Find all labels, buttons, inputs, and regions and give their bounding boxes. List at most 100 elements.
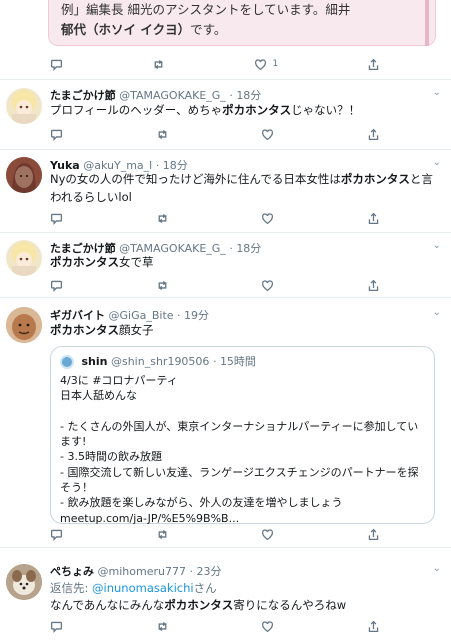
- like-button[interactable]: [261, 620, 274, 633]
- quoted-line: - たくさんの外国人が、東京インターナショナルパーティーに参加しています!: [60, 419, 419, 449]
- retweet-icon: [158, 529, 167, 539]
- quoted-link[interactable]: meetup.com/ja-JP/%E5%9B%B...: [60, 511, 428, 526]
- reply-icon: [50, 213, 63, 225]
- like-icon: [262, 212, 274, 224]
- avatar[interactable]: [6, 240, 42, 276]
- retweet-icon: [158, 213, 167, 223]
- text-part: 顔女子: [119, 323, 154, 337]
- reply-button[interactable]: [50, 528, 63, 541]
- share-button[interactable]: [367, 620, 380, 633]
- retweet-icon: [154, 59, 163, 69]
- reply-button[interactable]: [50, 58, 63, 71]
- share-icon: [368, 528, 379, 540]
- quoted-line: - 飲み放題を楽しみながら、外人の友達を増やしましょう: [60, 496, 343, 510]
- tweet[interactable]: たまごかけ節 @TAMAGOKAKE_G_ · 18分 ⌄ プロフィールのヘッダ…: [0, 80, 451, 150]
- retweet-button[interactable]: [152, 58, 165, 71]
- quoted-user-handle: @shin_shr190506: [110, 355, 210, 368]
- like-icon: [262, 620, 274, 632]
- like-button[interactable]: [261, 528, 274, 541]
- like-icon: [254, 58, 266, 70]
- top-tweet: 1: [0, 0, 451, 80]
- reply-button[interactable]: [50, 620, 63, 633]
- chevron-down-icon[interactable]: ⌄: [433, 157, 441, 168]
- reply-button[interactable]: [50, 279, 63, 292]
- reply-icon: [50, 621, 63, 633]
- retweet-button[interactable]: [156, 528, 169, 541]
- like-icon: [262, 128, 274, 140]
- share-button[interactable]: [367, 279, 380, 292]
- tweet[interactable]: Yuka @akuY_ma_l · 18分 ⌄ Nyの女の人の件で知ったけど海外…: [0, 150, 451, 233]
- tweet-actions: [50, 210, 380, 226]
- quoted-display-name: shin: [81, 355, 108, 368]
- text-part: 寄りになるんやろねw: [233, 598, 347, 612]
- text-part: じゃない？！: [291, 103, 361, 117]
- like-icon: [262, 528, 274, 540]
- chevron-down-icon[interactable]: ⌄: [433, 307, 441, 318]
- like-count: 1: [272, 59, 279, 69]
- separator-dot: ·: [212, 355, 217, 368]
- retweet-button[interactable]: [156, 128, 169, 141]
- share-icon: [368, 58, 379, 70]
- quoted-line: [60, 404, 428, 419]
- separator-dot: ·: [189, 565, 193, 578]
- reply-icon: [50, 129, 63, 141]
- avatar[interactable]: [6, 307, 42, 343]
- retweet-button[interactable]: [156, 620, 169, 633]
- quoted-line: - 国際交流して新しい友達、ランゲージエクスチェンジのパートナーを探そう！: [60, 465, 419, 495]
- text-highlight: ポカホンタス: [50, 323, 119, 337]
- like-button[interactable]: [261, 279, 274, 292]
- text-part: なんであんなにみんな: [50, 598, 165, 612]
- tweet[interactable]: たまごかけ節 @TAMAGOKAKE_G_ · 18分 ⌄ ポカホンタス女で草: [0, 233, 451, 298]
- quoted-tweet[interactable]: shin @shin_shr190506 · 15時間 4/3に #コロナパーテ…: [50, 346, 435, 526]
- tweet-actions: [50, 618, 380, 634]
- avatar[interactable]: [6, 157, 42, 193]
- retweet-button[interactable]: [156, 279, 169, 292]
- quoted-avatar: [60, 355, 74, 369]
- chevron-down-icon[interactable]: ⌄: [433, 240, 441, 251]
- avatar[interactable]: [6, 88, 42, 124]
- share-button[interactable]: [367, 58, 380, 71]
- like-button[interactable]: [261, 212, 274, 225]
- quoted-line: 4/3に #コロナパーティ: [60, 374, 178, 387]
- text-part: Nyの女の人の件で知ったけど海外に住んでる日本女性は: [50, 172, 341, 186]
- reply-button[interactable]: [50, 128, 63, 141]
- text-highlight: ポカホンタス: [340, 172, 410, 186]
- quoted-tweet-header: shin @shin_shr190506 · 15時間: [60, 353, 256, 369]
- display-name[interactable]: ぺちょみ: [50, 565, 94, 578]
- text-part: プロフィールのヘッダー、めちゃ: [50, 103, 223, 117]
- reply-icon: [50, 529, 63, 541]
- chevron-down-icon[interactable]: ⌄: [433, 563, 441, 574]
- retweet-button[interactable]: [156, 212, 169, 225]
- timestamp[interactable]: 23分: [196, 565, 221, 578]
- chevron-down-icon[interactable]: ⌄: [433, 87, 441, 98]
- share-button[interactable]: [367, 212, 380, 225]
- reply-button[interactable]: [50, 212, 63, 225]
- tweet-text: ポカホンタス顔女子: [50, 321, 442, 339]
- text-highlight: ポカホンタス: [50, 255, 119, 269]
- reply-icon: [50, 280, 63, 292]
- tweet-text: Nyの女の人の件で知ったけど海外に住んでる日本女性はポカホンタスと言われるらしい…: [50, 170, 442, 206]
- quoted-tweet-text: 4/3に #コロナパーティ 日本人舐めんな - たくさんの外国人が、東京インター…: [60, 373, 428, 526]
- share-button[interactable]: [367, 128, 380, 141]
- reply-to-link[interactable]: @inunomasakichi: [92, 581, 194, 595]
- like-icon: [262, 279, 274, 291]
- like-button[interactable]: 1: [254, 58, 279, 71]
- share-button[interactable]: [367, 528, 380, 541]
- avatar[interactable]: [6, 564, 42, 600]
- retweet-icon: [158, 129, 167, 139]
- tweet-actions: [50, 277, 380, 293]
- text-highlight: ポカホンタス: [222, 103, 292, 117]
- tweet-actions: 1: [50, 56, 380, 72]
- tweet-actions: [50, 526, 380, 542]
- text-highlight: ポカホンタス: [164, 598, 234, 612]
- like-button[interactable]: [261, 128, 274, 141]
- quoted-line: - 3.5時間の飲み放題: [60, 450, 162, 464]
- tweet[interactable]: ぺちょみ @mihomeru777 · 23分 ⌄ 返信先: @inunomas…: [0, 555, 451, 640]
- tweet-text: ポカホンタス女で草: [50, 253, 442, 271]
- user-handle[interactable]: @mihomeru777: [98, 565, 186, 578]
- tweet-text: プロフィールのヘッダー、めちゃポカホンタスじゃない？！: [50, 101, 442, 119]
- reply-icon: [50, 59, 63, 71]
- quoted-line: 日本人舐めんな: [60, 389, 137, 403]
- share-icon: [368, 620, 379, 632]
- tweet-header: ぺちょみ @mihomeru777 · 23分: [50, 563, 221, 579]
